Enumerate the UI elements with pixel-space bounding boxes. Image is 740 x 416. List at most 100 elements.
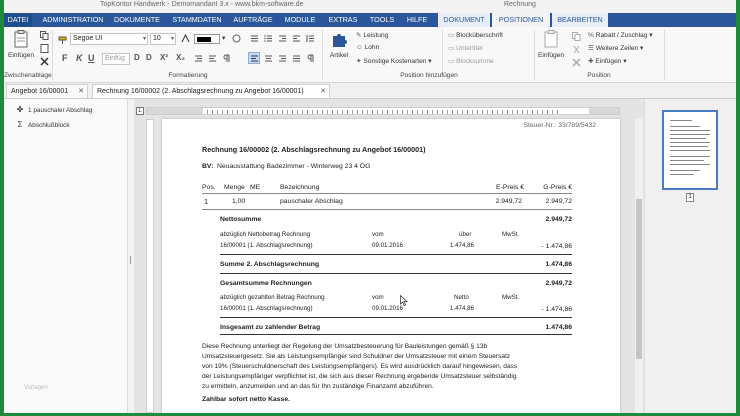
doc-tab-rechnung[interactable]: Rechnung 16/00002 (2. Abschlagsrechnung … [92,84,330,98]
blockueberschrift-button[interactable]: ▭ Blocküberschrift [448,31,503,39]
close-icon[interactable]: ✕ [78,85,84,99]
format-painter-icon[interactable] [58,36,67,45]
vertical-ruler [146,119,154,413]
scrollbar-thumb[interactable] [636,199,642,359]
copy-icon[interactable] [40,31,49,40]
paste-label: Einfügen [7,52,35,59]
highlight-icon[interactable] [181,34,190,43]
tree-item[interactable]: ✤ 1 pauschaler Abschlag [16,105,93,114]
justify-icon[interactable] [292,54,301,63]
strikethrough-button[interactable]: D [134,53,140,62]
delete-icon[interactable] [40,57,49,66]
weitere-button[interactable]: ☰ Weitere Zeilen ▾ [588,44,643,52]
cut-icon[interactable] [572,45,581,54]
chevron-down-icon[interactable]: ▾ [222,34,225,42]
tab-auftraege[interactable]: AUFTRÄGE [230,13,276,27]
tab-positionen[interactable]: POSITIONEN [492,13,550,27]
underline-button[interactable]: U [88,53,95,63]
pilcrow-icon[interactable] [306,54,315,63]
delete-icon[interactable] [572,58,581,67]
leistung-label: Leistung [363,32,389,39]
font-name-select[interactable]: Segoe UI ▾ [70,33,148,45]
bold-button[interactable]: F [62,53,68,63]
percent-icon: % [588,32,594,39]
copy-icon[interactable] [572,32,581,41]
superscript-button[interactable]: X² [160,53,168,62]
line-spacing-icon[interactable] [306,34,315,43]
font-size-select[interactable]: 10 ▾ [150,33,176,45]
indent-icon[interactable] [194,54,203,63]
legal-text-line: Diese Rechnung unterliegt der Regelung d… [202,343,488,350]
rabatt-button[interactable]: % Rabatt / Zuschlag ▾ [588,31,653,39]
leistung-button[interactable]: ✎ Leistung [356,31,388,39]
tab-stammdaten[interactable]: STAMMDATEN [168,13,226,27]
double-strike-button[interactable]: D [146,53,152,62]
sonstige-button[interactable]: ✦ Sonstige Kostenarten ▾ [356,57,432,65]
row-bezeichnung: pauschaler Abschlag [280,198,343,205]
artikel-button[interactable]: Artikel [326,30,352,59]
close-icon[interactable]: ✕ [320,85,326,99]
position-tree-panel: ✤ 1 pauschaler Abschlag Σ Abschlußblock Vo… [4,99,128,413]
numbered-list-icon[interactable] [264,34,273,43]
increase-indent-icon[interactable] [292,34,301,43]
title-bar: TopKontor Handwerk - Demomandant 3.x - w… [4,0,736,13]
page-number: 1 [686,193,694,202]
clear-format-icon[interactable] [232,34,241,43]
tree-item[interactable]: Σ Abschlußblock [16,120,70,129]
position-insert-label: Einfügen [595,58,622,65]
blockueberschrift-label: Blocküberschrift [456,32,503,39]
doc-tab-angebot[interactable]: Angebot 16/00001 ✕ [6,84,88,98]
tab-datei[interactable]: DATEI [4,13,32,27]
summe2-value: 1.474,86 [545,261,572,268]
abzug1-row-amount: 1.474,86 [449,242,474,249]
col-me: ME [250,184,261,191]
align-right-icon[interactable] [278,54,287,63]
invoice-heading: Rechnung 16/00002 (2. Abschlagsrechnung … [202,145,426,154]
tab-dokumente[interactable]: DOKUMENTE [112,13,162,27]
document-page[interactable]: Steuer-Nr.: 33/789/5432 Rechnung 16/0000… [162,119,620,413]
tab-tools[interactable]: TOOLS [366,13,398,27]
lohn-button[interactable]: ☺ Lohn [356,44,379,51]
tab-bearbeiten[interactable]: BEARBEITEN [552,13,608,27]
position-insert-button[interactable]: ✚ Einfügen ▾ [588,57,627,65]
clipboard-icon [544,30,558,48]
row-pos: 1 [204,197,209,206]
clipboard-icon [14,30,28,48]
decrease-indent-icon[interactable] [278,34,287,43]
window-title: TopKontor Handwerk - Demomandant 3.x - w… [100,1,304,8]
paste-button[interactable]: Einfügen [6,30,36,59]
tab-module[interactable]: MODULE [280,13,320,27]
blocksumme-button[interactable]: ▭ Blocksumme [448,57,494,65]
legal-text-line: von 19% (Steuerschuldnerschaft des Leist… [202,363,518,370]
nettosumme-value: 2.949,72 [545,216,572,223]
position-paste-button[interactable]: Einfügen [536,30,566,59]
tab-stop-selector[interactable]: L [136,107,144,115]
row-g-preis: 2.949,72 [545,198,572,205]
tab-administration[interactable]: ADMINISTRATION [38,13,108,27]
rabatt-label: Rabatt / Zuschlag [595,32,648,39]
group-insert-label: Position hinzufügen [400,72,458,79]
page-thumbnail[interactable] [662,110,718,190]
subscript-button[interactable]: X₂ [176,53,185,62]
list-icon[interactable] [250,34,259,43]
align-center-icon[interactable] [264,54,273,63]
tab-extras[interactable]: EXTRAS [326,13,360,27]
style-select[interactable]: Einfüg [102,53,130,65]
tab-dokument[interactable]: DOKUMENT [438,13,490,27]
page-thumbnail-panel: 1 [644,99,736,413]
document-icon[interactable] [40,44,49,53]
splitter-handle[interactable] [130,256,132,264]
tree-item-label: Abschlußblock [28,122,70,129]
untertitel-button[interactable]: ▭ Untertitel [448,44,482,52]
paragraph-icon[interactable] [222,54,231,63]
abzug1-label: abzüglich Nettobetrag Rechnung [220,231,311,238]
legal-text-line: zu ermitteln, anzumelden und an das für … [202,383,434,390]
horizontal-ruler[interactable] [146,107,620,115]
font-color-swatch[interactable] [194,34,220,44]
italic-button[interactable]: K [76,53,83,63]
outdent-icon[interactable] [208,54,217,63]
col-e-preis: E-Preis € [496,184,524,191]
tab-hilfe[interactable]: HILFE [402,13,432,27]
abzug1-vom: vom [372,231,384,238]
vertical-scrollbar[interactable] [635,119,643,413]
